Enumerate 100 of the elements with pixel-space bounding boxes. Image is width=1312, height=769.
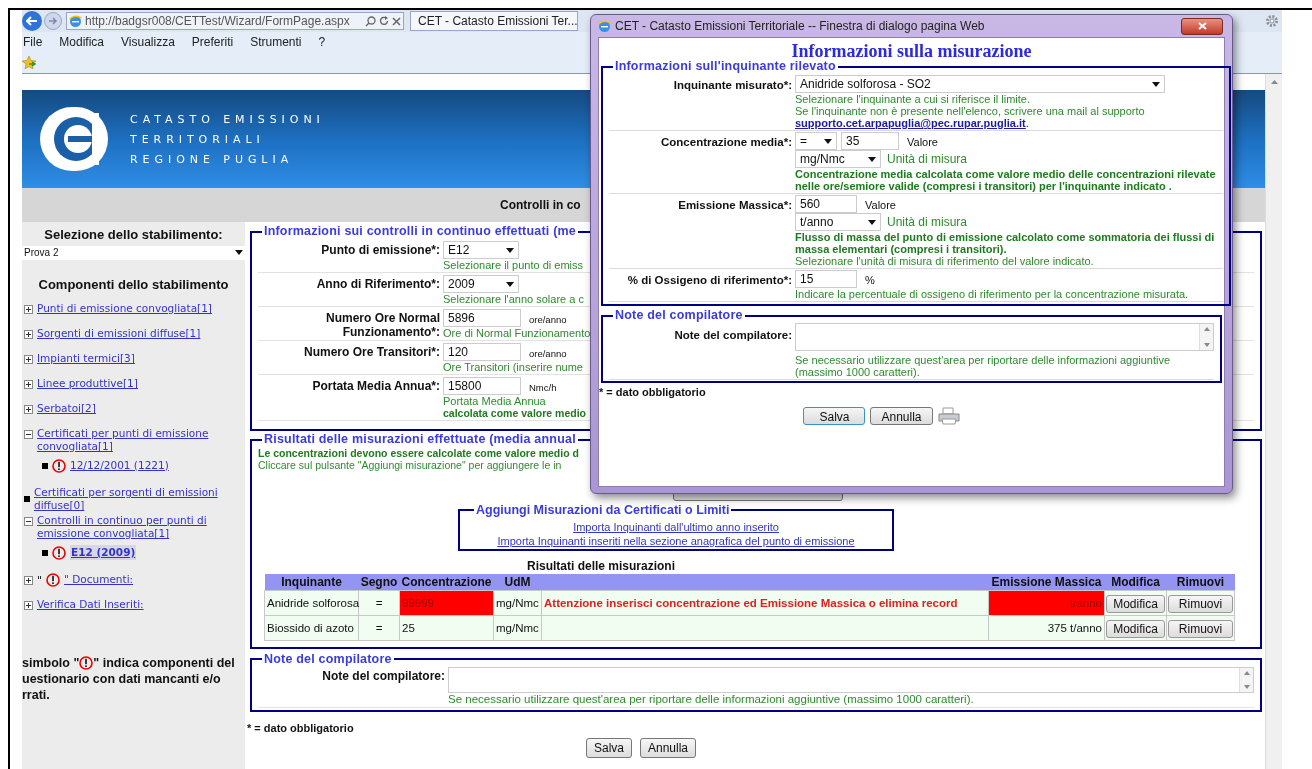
star-icon[interactable] xyxy=(22,56,36,69)
browser-icon xyxy=(69,14,82,28)
expand-icon[interactable] xyxy=(24,405,33,414)
plant-dropdown[interactable]: Prova 2 xyxy=(22,245,245,260)
forward-button[interactable] xyxy=(44,12,62,30)
expand-icon[interactable] xyxy=(24,305,33,314)
unit-label: ore/anno xyxy=(529,312,567,327)
scroll-up-icon[interactable] xyxy=(1203,327,1210,331)
button[interactable]: Salva xyxy=(803,406,866,425)
expand-icon[interactable] xyxy=(24,355,33,364)
search-icon[interactable] xyxy=(365,15,376,27)
menu-item[interactable]: Preferiti xyxy=(191,33,234,51)
field-hint: Indicare la percentuale di ossigeno di riferimento per la concentrazione misurata. xyxy=(795,288,1190,300)
button[interactable]: Annulla xyxy=(870,406,933,425)
address-bar[interactable]: http://badgsr008/CETTest/Wizard/FormPage.aspx xyxy=(66,12,404,30)
input-field[interactable]: 120 xyxy=(443,343,521,361)
required-note: * = dato obbligatorio xyxy=(599,385,707,400)
sidebar-link[interactable]: Linee produttive[1] xyxy=(37,377,242,390)
dropdown-arrow-icon xyxy=(824,138,832,144)
intro-text: Cliccare sul pulsante "Aggiungi misurazione" per aggiungere le in xyxy=(258,459,562,471)
legend-text: simbolo " xyxy=(22,655,80,671)
close-button[interactable] xyxy=(1181,17,1223,35)
refresh-icon[interactable] xyxy=(379,16,389,26)
scroll-up-icon[interactable] xyxy=(1243,670,1250,675)
sidebar-link[interactable]: " Documenti: xyxy=(64,573,245,586)
punctuation: . xyxy=(1025,117,1029,129)
browser-tab[interactable]: CET - Catasto Emissioni Ter... xyxy=(410,11,578,31)
scroll-down-icon[interactable] xyxy=(1243,684,1250,689)
legend-text: " indica componenti del xyxy=(93,655,235,671)
input-field[interactable]: 5896 xyxy=(443,309,521,327)
field-label: Numero Ore Normal Funzionamento*: xyxy=(324,310,441,339)
warning-icon xyxy=(79,656,94,670)
table-cell: Biossido di azoto xyxy=(264,615,359,641)
header-title: CATASTO EMISSIONI xyxy=(130,111,325,127)
menu-item[interactable]: File xyxy=(23,33,43,51)
unit-label: Valore xyxy=(907,134,938,150)
section-legend: Aggiungi Misurazioni da Certificati o Limiti xyxy=(474,501,732,520)
address-text: http://badgsr008/CETTest/Wizard/FormPage.aspx xyxy=(85,13,350,30)
scrollbar[interactable] xyxy=(1239,667,1253,692)
dialog-title: CET - Catasto Emissioni Territoriale -- Finestra di dialogo pagina Web xyxy=(615,18,985,35)
section-legend: Note del compilatore xyxy=(613,308,745,323)
expand-icon[interactable] xyxy=(24,380,33,389)
button[interactable]: Annulla xyxy=(640,737,697,758)
close-icon xyxy=(1197,22,1207,30)
dropdown[interactable]: = xyxy=(795,132,837,150)
field-hint: Ore Transitori (inserire nume xyxy=(443,361,583,373)
sidebar-link[interactable]: Certificati per punti di emissione convogliata[1] xyxy=(37,427,242,453)
settings-icon[interactable] xyxy=(1265,14,1279,28)
import-link[interactable]: Importa Inquinanti inseriti nella sezione anagrafica del punto di emissione xyxy=(497,533,855,548)
expand-icon[interactable] xyxy=(24,576,33,585)
scrollbar[interactable] xyxy=(1265,74,1282,769)
row-button[interactable]: Rimuovi xyxy=(1168,619,1233,638)
menu-item[interactable]: ? xyxy=(318,33,326,51)
button[interactable]: Salva xyxy=(585,737,632,758)
input-field[interactable]: 35 xyxy=(841,132,899,150)
stop-icon[interactable] xyxy=(392,16,401,26)
sidebar-link[interactable]: Serbatoi[2] xyxy=(37,402,242,415)
field-label: Selezione dello stabilimento: xyxy=(43,226,224,244)
input-field[interactable]: 15800 xyxy=(443,377,521,395)
sidebar-link[interactable]: Controlli in continuo per punti di emissione convogliata[1] xyxy=(37,514,242,540)
import-link[interactable]: Importa Inquinanti dall'ultimo anno inserito xyxy=(573,519,779,534)
expand-icon[interactable] xyxy=(24,330,33,339)
field-hint: Se necessario utilizzare quest'area per riportare delle informazioni aggiuntive (massimo 1000 caratteri). xyxy=(448,692,975,706)
dropdown[interactable]: E12 xyxy=(443,241,519,259)
scroll-up-icon[interactable] xyxy=(1270,80,1278,84)
sidebar-link[interactable]: Sorgenti di emissioni diffuse[1] xyxy=(37,327,242,340)
field-hint: Ore di Normal Funzionamento xyxy=(443,327,591,339)
scroll-down-icon[interactable] xyxy=(1203,343,1210,347)
row-button[interactable]: Modifica xyxy=(1106,619,1165,638)
input-field[interactable]: 560 xyxy=(795,195,857,213)
collapse-icon[interactable] xyxy=(24,430,33,439)
table-cell: Anidride solforosa xyxy=(264,590,359,616)
collapse-icon[interactable] xyxy=(24,517,33,526)
sidebar-link[interactable]: Impianti termici[3] xyxy=(37,352,242,365)
sidebar-link[interactable]: Verifica Dati Inseriti: xyxy=(37,598,242,611)
input-field[interactable]: 15 xyxy=(795,270,857,288)
section-legend: Risultati delle misurazioni effettuate (media annual xyxy=(262,432,578,447)
menu-item[interactable]: Strumenti xyxy=(250,33,302,51)
sidebar-link[interactable]: Punti di emissione convogliata[1] xyxy=(37,302,242,315)
row-button[interactable]: Modifica xyxy=(1106,594,1165,613)
dropdown[interactable]: 2009 xyxy=(443,275,519,293)
dropdown[interactable]: Anidride solforosa - SO2 xyxy=(795,75,1165,93)
unit-hint: Unità di misura xyxy=(887,151,968,168)
scrollbar[interactable] xyxy=(1199,324,1213,350)
email-link[interactable]: supporto.cet.arpapuglia@pec.rupar.puglia.it xyxy=(795,117,1026,129)
dropdown[interactable]: t/anno xyxy=(795,213,881,231)
expand-icon[interactable] xyxy=(24,601,33,610)
menu-item[interactable]: Modifica xyxy=(59,33,105,51)
row-button[interactable]: Rimuovi xyxy=(1168,594,1233,613)
printer-icon[interactable] xyxy=(937,406,960,425)
back-button[interactable] xyxy=(22,11,42,31)
dialog-heading: Informazioni sulla misurazione xyxy=(790,40,1033,61)
sidebar-link[interactable]: 12/12/2001 (1221) xyxy=(70,457,169,474)
sidebar-link[interactable]: E12 (2009) xyxy=(70,544,137,561)
column-header: Emissione Massica xyxy=(988,573,1105,591)
header-title: TERRITORIALI xyxy=(130,131,266,147)
unit-hint: Unità di misura xyxy=(887,214,968,231)
dropdown[interactable]: mg/Nmc xyxy=(795,150,881,168)
menu-item[interactable]: Visualizza xyxy=(121,33,175,51)
sidebar-link[interactable]: Certificati per sorgenti di emissioni diffuse[0] xyxy=(34,486,239,512)
